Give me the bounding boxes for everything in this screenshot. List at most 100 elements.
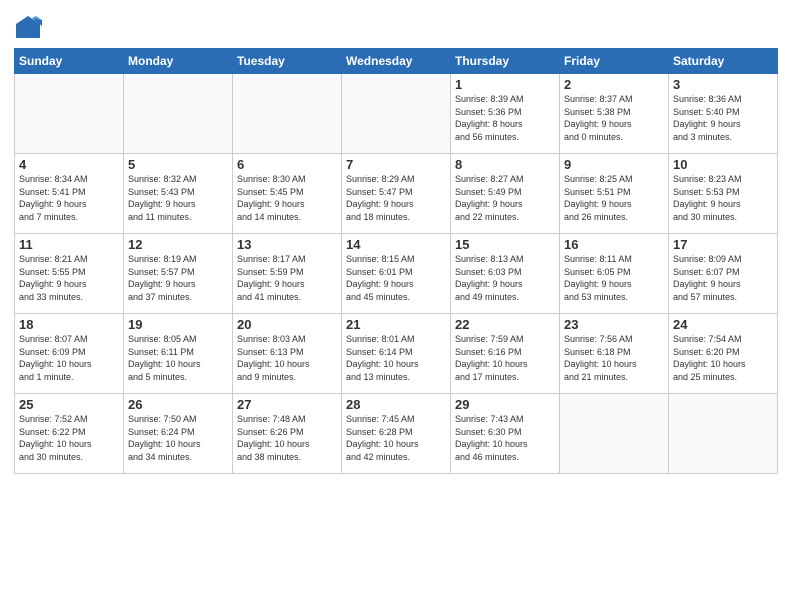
day-info: Sunrise: 7:43 AM Sunset: 6:30 PM Dayligh… [455,413,555,463]
day-info: Sunrise: 8:07 AM Sunset: 6:09 PM Dayligh… [19,333,119,383]
calendar-cell: 22Sunrise: 7:59 AM Sunset: 6:16 PM Dayli… [451,314,560,394]
calendar-cell: 28Sunrise: 7:45 AM Sunset: 6:28 PM Dayli… [342,394,451,474]
calendar-week-3: 11Sunrise: 8:21 AM Sunset: 5:55 PM Dayli… [15,234,778,314]
day-number: 4 [19,157,119,172]
calendar-cell: 5Sunrise: 8:32 AM Sunset: 5:43 PM Daylig… [124,154,233,234]
calendar-cell: 26Sunrise: 7:50 AM Sunset: 6:24 PM Dayli… [124,394,233,474]
day-number: 3 [673,77,773,92]
calendar-cell: 4Sunrise: 8:34 AM Sunset: 5:41 PM Daylig… [15,154,124,234]
day-info: Sunrise: 8:15 AM Sunset: 6:01 PM Dayligh… [346,253,446,303]
day-number: 29 [455,397,555,412]
day-info: Sunrise: 8:11 AM Sunset: 6:05 PM Dayligh… [564,253,664,303]
day-info: Sunrise: 7:50 AM Sunset: 6:24 PM Dayligh… [128,413,228,463]
day-info: Sunrise: 8:39 AM Sunset: 5:36 PM Dayligh… [455,93,555,143]
calendar-header-saturday: Saturday [669,49,778,74]
day-info: Sunrise: 8:13 AM Sunset: 6:03 PM Dayligh… [455,253,555,303]
calendar-cell [233,74,342,154]
day-number: 8 [455,157,555,172]
day-number: 13 [237,237,337,252]
day-number: 26 [128,397,228,412]
calendar-header-monday: Monday [124,49,233,74]
calendar-header-sunday: Sunday [15,49,124,74]
calendar-cell: 9Sunrise: 8:25 AM Sunset: 5:51 PM Daylig… [560,154,669,234]
calendar-cell: 29Sunrise: 7:43 AM Sunset: 6:30 PM Dayli… [451,394,560,474]
day-info: Sunrise: 8:21 AM Sunset: 5:55 PM Dayligh… [19,253,119,303]
calendar-cell: 12Sunrise: 8:19 AM Sunset: 5:57 PM Dayli… [124,234,233,314]
calendar-cell: 21Sunrise: 8:01 AM Sunset: 6:14 PM Dayli… [342,314,451,394]
calendar-cell [15,74,124,154]
day-number: 6 [237,157,337,172]
day-number: 11 [19,237,119,252]
day-number: 27 [237,397,337,412]
day-info: Sunrise: 8:23 AM Sunset: 5:53 PM Dayligh… [673,173,773,223]
day-number: 23 [564,317,664,332]
day-info: Sunrise: 8:09 AM Sunset: 6:07 PM Dayligh… [673,253,773,303]
day-number: 12 [128,237,228,252]
calendar-header-row: SundayMondayTuesdayWednesdayThursdayFrid… [15,49,778,74]
day-number: 9 [564,157,664,172]
calendar-cell: 27Sunrise: 7:48 AM Sunset: 6:26 PM Dayli… [233,394,342,474]
day-info: Sunrise: 8:29 AM Sunset: 5:47 PM Dayligh… [346,173,446,223]
calendar-cell [669,394,778,474]
day-info: Sunrise: 8:30 AM Sunset: 5:45 PM Dayligh… [237,173,337,223]
day-number: 18 [19,317,119,332]
calendar-cell: 11Sunrise: 8:21 AM Sunset: 5:55 PM Dayli… [15,234,124,314]
day-number: 16 [564,237,664,252]
calendar-cell: 6Sunrise: 8:30 AM Sunset: 5:45 PM Daylig… [233,154,342,234]
day-number: 15 [455,237,555,252]
day-info: Sunrise: 7:56 AM Sunset: 6:18 PM Dayligh… [564,333,664,383]
day-info: Sunrise: 8:36 AM Sunset: 5:40 PM Dayligh… [673,93,773,143]
day-number: 28 [346,397,446,412]
day-info: Sunrise: 7:48 AM Sunset: 6:26 PM Dayligh… [237,413,337,463]
day-info: Sunrise: 7:45 AM Sunset: 6:28 PM Dayligh… [346,413,446,463]
calendar-week-1: 1Sunrise: 8:39 AM Sunset: 5:36 PM Daylig… [15,74,778,154]
day-number: 2 [564,77,664,92]
calendar-cell: 25Sunrise: 7:52 AM Sunset: 6:22 PM Dayli… [15,394,124,474]
calendar-cell: 10Sunrise: 8:23 AM Sunset: 5:53 PM Dayli… [669,154,778,234]
calendar-week-2: 4Sunrise: 8:34 AM Sunset: 5:41 PM Daylig… [15,154,778,234]
day-number: 10 [673,157,773,172]
logo [14,14,46,42]
day-info: Sunrise: 8:34 AM Sunset: 5:41 PM Dayligh… [19,173,119,223]
day-info: Sunrise: 8:32 AM Sunset: 5:43 PM Dayligh… [128,173,228,223]
calendar-cell: 23Sunrise: 7:56 AM Sunset: 6:18 PM Dayli… [560,314,669,394]
day-info: Sunrise: 8:37 AM Sunset: 5:38 PM Dayligh… [564,93,664,143]
day-info: Sunrise: 8:27 AM Sunset: 5:49 PM Dayligh… [455,173,555,223]
calendar-cell: 24Sunrise: 7:54 AM Sunset: 6:20 PM Dayli… [669,314,778,394]
day-info: Sunrise: 7:54 AM Sunset: 6:20 PM Dayligh… [673,333,773,383]
calendar-cell [560,394,669,474]
calendar-cell: 20Sunrise: 8:03 AM Sunset: 6:13 PM Dayli… [233,314,342,394]
calendar-cell: 2Sunrise: 8:37 AM Sunset: 5:38 PM Daylig… [560,74,669,154]
calendar-cell: 7Sunrise: 8:29 AM Sunset: 5:47 PM Daylig… [342,154,451,234]
day-info: Sunrise: 8:25 AM Sunset: 5:51 PM Dayligh… [564,173,664,223]
calendar-cell: 16Sunrise: 8:11 AM Sunset: 6:05 PM Dayli… [560,234,669,314]
day-info: Sunrise: 8:03 AM Sunset: 6:13 PM Dayligh… [237,333,337,383]
day-info: Sunrise: 8:19 AM Sunset: 5:57 PM Dayligh… [128,253,228,303]
calendar-header-friday: Friday [560,49,669,74]
header [14,10,778,42]
day-info: Sunrise: 8:05 AM Sunset: 6:11 PM Dayligh… [128,333,228,383]
day-number: 17 [673,237,773,252]
calendar-week-5: 25Sunrise: 7:52 AM Sunset: 6:22 PM Dayli… [15,394,778,474]
day-info: Sunrise: 8:01 AM Sunset: 6:14 PM Dayligh… [346,333,446,383]
day-number: 25 [19,397,119,412]
day-number: 19 [128,317,228,332]
day-number: 22 [455,317,555,332]
day-number: 21 [346,317,446,332]
calendar-header-wednesday: Wednesday [342,49,451,74]
page: SundayMondayTuesdayWednesdayThursdayFrid… [0,0,792,612]
day-number: 24 [673,317,773,332]
day-info: Sunrise: 8:17 AM Sunset: 5:59 PM Dayligh… [237,253,337,303]
logo-icon [14,14,42,42]
calendar-week-4: 18Sunrise: 8:07 AM Sunset: 6:09 PM Dayli… [15,314,778,394]
calendar-cell: 14Sunrise: 8:15 AM Sunset: 6:01 PM Dayli… [342,234,451,314]
day-number: 1 [455,77,555,92]
calendar-table: SundayMondayTuesdayWednesdayThursdayFrid… [14,48,778,474]
calendar-cell [124,74,233,154]
calendar-cell: 8Sunrise: 8:27 AM Sunset: 5:49 PM Daylig… [451,154,560,234]
calendar-cell: 3Sunrise: 8:36 AM Sunset: 5:40 PM Daylig… [669,74,778,154]
day-info: Sunrise: 7:52 AM Sunset: 6:22 PM Dayligh… [19,413,119,463]
calendar-header-tuesday: Tuesday [233,49,342,74]
day-info: Sunrise: 7:59 AM Sunset: 6:16 PM Dayligh… [455,333,555,383]
calendar-cell: 19Sunrise: 8:05 AM Sunset: 6:11 PM Dayli… [124,314,233,394]
